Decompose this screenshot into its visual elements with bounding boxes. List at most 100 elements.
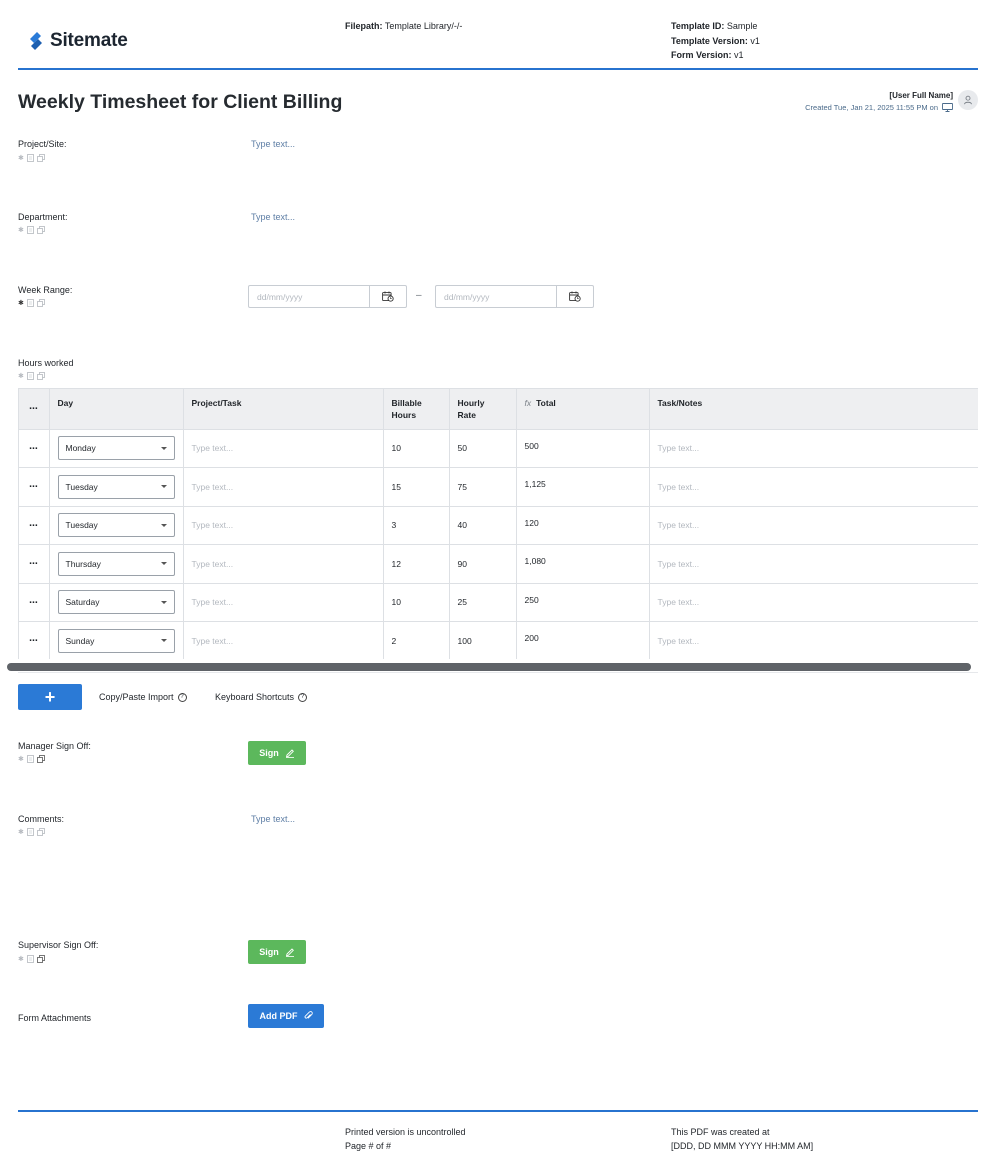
signature-pen-icon: [285, 749, 294, 758]
manager-sign-button[interactable]: Sign: [248, 741, 306, 765]
hourly-rate-cell[interactable]: 50: [449, 429, 517, 468]
task-notes-cell[interactable]: Type text...: [649, 621, 978, 659]
copy-icon: [36, 299, 45, 307]
row-menu-button[interactable]: ⋯: [19, 506, 50, 545]
chevron-down-icon: [160, 639, 167, 643]
day-select-value: Saturday: [65, 597, 100, 608]
header-divider: [18, 68, 978, 70]
supervisor-sign-off-label: Supervisor Sign Off:: [18, 940, 99, 950]
day-select-value: Thursday: [65, 558, 101, 569]
day-select-value: Sunday: [65, 635, 95, 646]
column-menu-button[interactable]: ⋯: [19, 389, 50, 430]
billable-hours-cell[interactable]: 12: [383, 544, 450, 584]
week-end-date[interactable]: dd/mm/yyyy: [435, 285, 594, 308]
project-task-cell[interactable]: Type text...: [183, 583, 384, 622]
billable-hours-cell[interactable]: 15: [383, 467, 450, 507]
table-row: ⋯ Tuesday Type text... 15 75 1,125 Type …: [19, 467, 978, 507]
day-select[interactable]: Monday: [57, 436, 175, 461]
copy-paste-import-label: Copy/Paste Import: [99, 692, 174, 702]
table-row: ⋯ Thursday Type text... 12 90 1,080 Type…: [19, 544, 978, 584]
task-notes-cell[interactable]: Type text...: [649, 583, 978, 622]
comments-input[interactable]: Type text...: [251, 814, 295, 824]
column-billable-hours: Billable Hours: [383, 389, 450, 430]
hourly-rate-cell[interactable]: 100: [449, 621, 517, 659]
billable-hours-cell[interactable]: 10: [383, 429, 450, 468]
required-icon: ✱: [18, 756, 24, 763]
copy-icon: [36, 372, 45, 380]
row-menu-button[interactable]: ⋯: [19, 544, 50, 584]
week-end-input[interactable]: dd/mm/yyyy: [436, 286, 557, 307]
footer-divider: [18, 1110, 978, 1112]
table-row: ⋯ Monday Type text... 10 50 500 Type tex…: [19, 429, 978, 468]
day-select[interactable]: Thursday: [57, 551, 175, 576]
day-select[interactable]: Tuesday: [57, 513, 175, 538]
day-select[interactable]: Sunday: [57, 628, 175, 653]
row-menu-button[interactable]: ⋯: [19, 583, 50, 622]
week-start-date[interactable]: dd/mm/yyyy: [248, 285, 407, 308]
calendar-clock-icon: [569, 291, 581, 302]
document-icon: [26, 755, 34, 763]
table-row: ⋯ Tuesday Type text... 3 40 120 Type tex…: [19, 506, 978, 545]
table-horizontal-scrollbar[interactable]: [7, 663, 971, 671]
copy-paste-import-link[interactable]: Copy/Paste Import ?: [99, 692, 187, 702]
row-menu-button[interactable]: ⋯: [19, 429, 50, 468]
add-pdf-button[interactable]: Add PDF: [248, 1004, 324, 1028]
supervisor-sign-button[interactable]: Sign: [248, 940, 306, 964]
user-full-name: [User Full Name]: [889, 91, 953, 100]
uncontrolled-notice: Printed version is uncontrolled: [345, 1127, 466, 1137]
billable-hours-cell[interactable]: 3: [383, 506, 450, 545]
total-cell: 200: [516, 621, 650, 659]
day-select[interactable]: Saturday: [57, 590, 175, 615]
required-icon: ✱: [18, 155, 24, 162]
task-notes-cell[interactable]: Type text...: [649, 506, 978, 545]
total-cell: 1,080: [516, 544, 650, 584]
day-select[interactable]: Tuesday: [57, 474, 175, 499]
hourly-rate-cell[interactable]: 40: [449, 506, 517, 545]
page-number: Page # of #: [345, 1141, 392, 1151]
project-task-cell[interactable]: Type text...: [183, 506, 384, 545]
keyboard-shortcuts-link[interactable]: Keyboard Shortcuts ?: [215, 692, 308, 702]
table-row: ⋯ Saturday Type text... 10 25 250 Type t…: [19, 583, 978, 622]
hourly-rate-cell[interactable]: 25: [449, 583, 517, 622]
row-menu-button[interactable]: ⋯: [19, 621, 50, 659]
document-icon: [26, 226, 34, 234]
column-total-label: Total: [536, 398, 556, 408]
avatar[interactable]: [958, 90, 978, 110]
pdf-created-label: This PDF was created at: [671, 1127, 770, 1137]
billable-hours-cell[interactable]: 2: [383, 621, 450, 659]
supervisor-sign-button-label: Sign: [259, 947, 279, 957]
document-icon: [26, 828, 34, 836]
project-task-cell[interactable]: Type text...: [183, 621, 384, 659]
department-input[interactable]: Type text...: [251, 212, 295, 222]
copy-icon: [36, 755, 45, 763]
week-start-input[interactable]: dd/mm/yyyy: [249, 286, 370, 307]
billable-hours-cell[interactable]: 10: [383, 583, 450, 622]
help-icon[interactable]: ?: [298, 692, 308, 702]
row-menu-button[interactable]: ⋯: [19, 467, 50, 507]
department-label: Department:: [18, 212, 68, 222]
project-task-cell[interactable]: Type text...: [183, 429, 384, 468]
field-icons: ✱: [18, 828, 45, 836]
created-info: Created Tue, Jan 21, 2025 11:55 PM on: [805, 103, 953, 112]
week-start-calendar-button[interactable]: [370, 286, 406, 307]
task-notes-cell[interactable]: Type text...: [649, 429, 978, 468]
help-icon[interactable]: ?: [177, 692, 187, 702]
hourly-rate-cell[interactable]: 75: [449, 467, 517, 507]
chevron-down-icon: [160, 562, 167, 566]
template-id-label: Template ID:: [671, 21, 725, 31]
chevron-down-icon: [160, 600, 167, 604]
hourly-rate-cell[interactable]: 90: [449, 544, 517, 584]
add-row-button[interactable]: +: [18, 684, 82, 710]
task-notes-cell[interactable]: Type text...: [649, 544, 978, 584]
task-notes-cell[interactable]: Type text...: [649, 467, 978, 507]
project-task-cell[interactable]: Type text...: [183, 467, 384, 507]
week-end-calendar-button[interactable]: [557, 286, 593, 307]
filepath-label: Filepath:: [345, 21, 383, 31]
template-id-value: Sample: [726, 21, 758, 31]
form-version: Form Version: v1: [671, 48, 760, 63]
day-select-value: Tuesday: [65, 520, 98, 531]
hours-worked-label: Hours worked: [18, 358, 74, 368]
project-task-cell[interactable]: Type text...: [183, 544, 384, 584]
copy-icon: [36, 828, 45, 836]
project-site-input[interactable]: Type text...: [251, 139, 295, 149]
